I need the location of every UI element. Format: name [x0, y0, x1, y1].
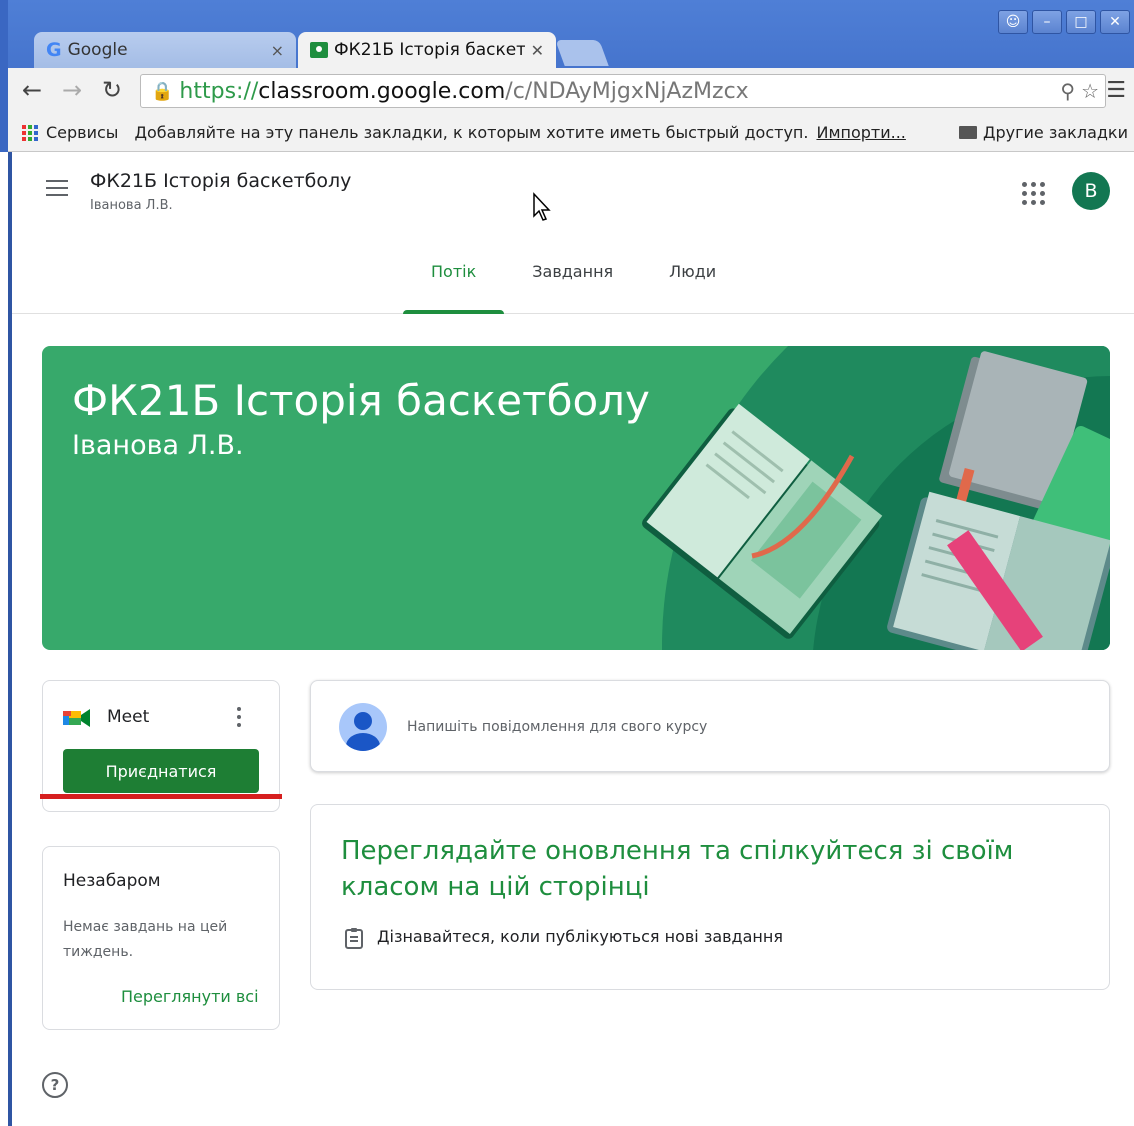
- close-tab-icon[interactable]: ×: [271, 41, 284, 60]
- tab-title: Google: [67, 40, 128, 60]
- mouse-cursor-icon: [533, 192, 551, 221]
- stream-welcome-card: Переглядайте оновлення та спілкуйтеся зі…: [310, 804, 1110, 990]
- address-bar[interactable]: 🔒 https:// classroom.google.com /c/NDAyM…: [140, 74, 1106, 108]
- apps-icon: [22, 124, 38, 141]
- upcoming-card: Незабаром Немає завдань на цей тиждень. …: [42, 846, 280, 1030]
- classroom-page: ФК21Б Історія баскетболу Іванова Л.В. В …: [8, 152, 1134, 1126]
- user-avatar: [339, 703, 387, 751]
- banner-title: ФК21Б Історія баскетболу: [72, 376, 650, 425]
- google-meet-icon: [63, 709, 90, 727]
- reload-icon[interactable]: ↻: [102, 76, 122, 104]
- tab-google[interactable]: G Google ×: [34, 32, 296, 68]
- forward-arrow-icon[interactable]: →: [62, 76, 82, 104]
- join-meet-button[interactable]: Приєднатися: [63, 749, 259, 793]
- bookmark-apps[interactable]: Сервисы: [46, 123, 118, 142]
- tab-title: ФК21Б Історія баскет: [334, 40, 525, 60]
- view-all-link[interactable]: Переглянути всі: [121, 987, 259, 1006]
- browser-menu-icon[interactable]: ☰: [1106, 78, 1126, 103]
- google-apps-icon[interactable]: [1022, 182, 1045, 205]
- close-tab-icon[interactable]: ✕: [531, 41, 544, 60]
- folder-icon: [959, 126, 977, 139]
- zoom-icon[interactable]: ⚲: [1060, 79, 1075, 103]
- back-arrow-icon[interactable]: ←: [22, 76, 42, 104]
- tab-stream[interactable]: Потік: [403, 252, 505, 314]
- account-avatar[interactable]: В: [1072, 172, 1110, 210]
- course-tabs: Потік Завдання Люди: [403, 252, 744, 314]
- google-icon: G: [46, 39, 62, 61]
- url-host: classroom.google.com: [258, 78, 506, 104]
- upcoming-empty-text: Немає завдань на цей тиждень.: [63, 919, 228, 960]
- close-window-button[interactable]: ✕: [1100, 10, 1130, 34]
- course-title[interactable]: ФК21Б Історія баскетболу: [90, 170, 351, 192]
- banner-teacher: Іванова Л.В.: [72, 430, 244, 461]
- tab-classroom[interactable]: ФК21Б Історія баскет ✕: [298, 32, 556, 68]
- upcoming-title: Незабаром: [63, 871, 161, 891]
- classroom-icon: [310, 42, 328, 58]
- star-icon[interactable]: ☆: [1081, 79, 1099, 103]
- user-icon[interactable]: ☺: [998, 10, 1028, 34]
- url-path: /c/NDAyMjgxNjAzMzcx: [505, 78, 749, 104]
- minimize-button[interactable]: –: [1032, 10, 1062, 34]
- new-tab-button[interactable]: [555, 40, 609, 66]
- welcome-text: Дізнавайтеся, коли публікуються нові зав…: [377, 927, 783, 946]
- meet-label: Meet: [107, 707, 150, 727]
- assignment-icon: [345, 928, 363, 949]
- main-menu-icon[interactable]: [46, 180, 68, 201]
- announcement-composer[interactable]: Напишіть повідомлення для свого курсу: [310, 680, 1110, 772]
- tab-strip: G Google × ФК21Б Історія баскет ✕ ☺ – □ …: [8, 0, 1134, 68]
- course-banner: ФК21Б Історія баскетболу Іванова Л.В.: [42, 346, 1110, 650]
- tab-classwork[interactable]: Завдання: [504, 252, 641, 314]
- browser-toolbar: ← → ↻ 🔒 https:// classroom.google.com /c…: [8, 68, 1134, 114]
- bookmarks-bar: Сервисы Добавляйте на эту панель закладк…: [8, 114, 1134, 152]
- app-header: ФК21Б Історія баскетболу Іванова Л.В. В …: [12, 152, 1134, 314]
- window-controls: ☺ – □ ✕: [998, 10, 1130, 34]
- more-options-icon[interactable]: [237, 707, 243, 731]
- other-bookmarks-label: Другие закладки: [983, 123, 1128, 142]
- help-icon[interactable]: ?: [42, 1072, 68, 1098]
- welcome-title: Переглядайте оновлення та спілкуйтеся зі…: [341, 836, 1014, 902]
- red-highlight-underline: [40, 794, 282, 799]
- url-scheme: https://: [179, 78, 259, 104]
- meet-card: Meet Приєднатися: [42, 680, 280, 812]
- lock-icon: 🔒: [151, 80, 174, 102]
- other-bookmarks[interactable]: Другие закладки: [959, 123, 1128, 142]
- maximize-button[interactable]: □: [1066, 10, 1096, 34]
- bookmarks-hint: Добавляйте на эту панель закладки, к кот…: [134, 123, 809, 142]
- course-teacher: Іванова Л.В.: [90, 198, 173, 213]
- import-link[interactable]: Импорти...: [816, 123, 905, 142]
- tab-people[interactable]: Люди: [641, 252, 744, 314]
- announcement-placeholder: Напишіть повідомлення для свого курсу: [407, 719, 708, 735]
